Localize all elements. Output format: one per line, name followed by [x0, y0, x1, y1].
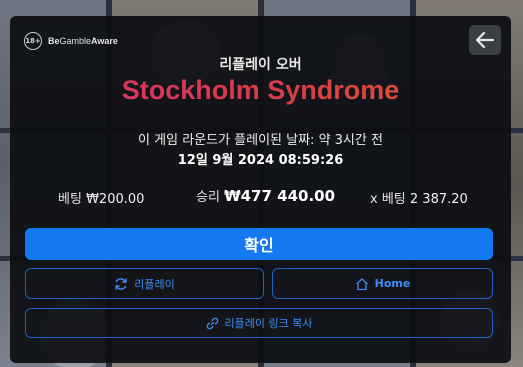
- win-label: 승리: [196, 190, 220, 205]
- round-played-label: 이 게임 라운드가 플레이된 날짜: 약 3시간 전: [138, 133, 383, 148]
- home-button-label: Home: [374, 277, 411, 290]
- multiplier-stat: x 베팅 2 387.20: [370, 188, 468, 207]
- begambleaware-wordmark: BeGambleAware: [48, 36, 118, 46]
- win-value: ₩477 440.00: [224, 187, 336, 205]
- age-restriction-badge: 18+: [24, 32, 42, 50]
- round-stats: 베팅 ₩200.00 승리 ₩477 440.00 x 베팅 2 387.20: [10, 186, 511, 207]
- link-icon: [206, 317, 219, 330]
- bet-value: ₩200.00: [86, 192, 145, 207]
- home-button[interactable]: Home: [272, 268, 493, 299]
- arrow-left-icon: [475, 31, 495, 49]
- confirm-button[interactable]: 확인: [25, 228, 493, 260]
- copy-replay-link-label: 리플레이 링크 복사: [224, 317, 313, 330]
- game-title: Stockholm Syndrome: [10, 75, 511, 106]
- confirm-button-label: 확인: [244, 236, 274, 255]
- multiplier-label: x 베팅: [370, 192, 406, 207]
- round-datetime: 12일 9월 2024 08:59:26: [177, 153, 344, 168]
- copy-replay-link-button[interactable]: 리플레이 링크 복사: [25, 308, 493, 338]
- replay-button[interactable]: 리플레이: [25, 268, 264, 299]
- win-stat: 승리 ₩477 440.00: [196, 186, 335, 205]
- bet-stat: 베팅 ₩200.00: [58, 188, 144, 207]
- back-button[interactable]: [469, 25, 501, 55]
- multiplier-value: 2 387.20: [409, 192, 468, 207]
- refresh-icon: [114, 277, 128, 291]
- home-icon: [355, 277, 369, 291]
- dialog-heading: 리플레이 오버: [219, 57, 302, 73]
- replay-button-label: 리플레이: [134, 277, 175, 291]
- begambleaware-logo: 18+ BeGambleAware: [24, 32, 118, 50]
- replay-over-dialog: 18+ BeGambleAware 리플레이 오버 Stockholm Synd…: [10, 16, 511, 363]
- bet-label: 베팅: [58, 192, 82, 207]
